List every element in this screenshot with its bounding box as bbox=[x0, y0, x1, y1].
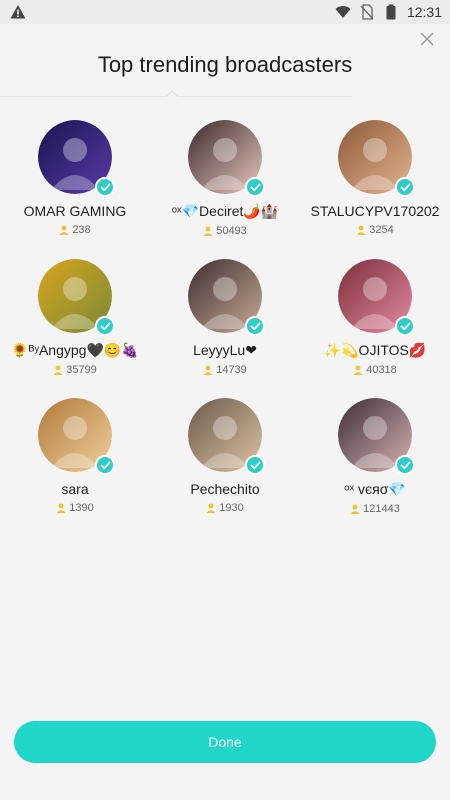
person-silhouette-icon bbox=[213, 277, 237, 301]
divider-notch bbox=[166, 90, 178, 102]
verified-badge bbox=[95, 316, 115, 336]
close-button[interactable] bbox=[416, 28, 438, 50]
status-time: 12:31 bbox=[406, 4, 442, 20]
verified-badge bbox=[395, 316, 415, 336]
avatar-container[interactable] bbox=[338, 259, 415, 336]
viewer-count-value: 1390 bbox=[69, 502, 94, 514]
viewer-count: 14739 bbox=[203, 364, 247, 376]
checkmark-icon bbox=[100, 183, 110, 191]
viewer-icon bbox=[53, 365, 63, 375]
person-silhouette-icon bbox=[213, 416, 237, 440]
viewer-count-value: 121443 bbox=[363, 503, 400, 515]
avatar-container[interactable] bbox=[188, 259, 265, 336]
avatar-container[interactable] bbox=[38, 259, 115, 336]
checkmark-icon bbox=[400, 322, 410, 330]
broadcaster-name: STALUCYPV170202 bbox=[310, 203, 440, 219]
broadcaster-grid: OMAR GAMING 238 ᵒˣ💎Deciret🌶️🏰 50493 STALUCYP… bbox=[0, 120, 450, 515]
broadcaster-card[interactable]: OMAR GAMING 238 bbox=[0, 120, 150, 237]
wifi-icon bbox=[335, 6, 351, 18]
checkmark-icon bbox=[100, 461, 110, 469]
broadcaster-card[interactable]: ✨💫OJITOS💋 40318 bbox=[300, 259, 450, 376]
broadcaster-card[interactable]: Pechechito 1930 bbox=[150, 398, 300, 515]
close-icon bbox=[420, 32, 434, 46]
avatar-container[interactable] bbox=[188, 398, 265, 475]
person-silhouette-icon bbox=[63, 416, 87, 440]
verified-badge bbox=[245, 177, 265, 197]
checkmark-icon bbox=[250, 183, 260, 191]
checkmark-icon bbox=[400, 461, 410, 469]
viewer-icon bbox=[59, 225, 69, 235]
broadcaster-card[interactable]: ᵒˣ vєяσ💎 121443 bbox=[300, 398, 450, 515]
verified-badge bbox=[245, 316, 265, 336]
avatar-container[interactable] bbox=[38, 398, 115, 475]
status-bar: 12:31 bbox=[0, 0, 450, 24]
person-silhouette-icon bbox=[363, 277, 387, 301]
done-button[interactable]: Done bbox=[14, 721, 436, 763]
viewer-count-value: 40318 bbox=[366, 364, 397, 376]
avatar-container[interactable] bbox=[338, 398, 415, 475]
viewer-count-value: 3254 bbox=[369, 224, 394, 236]
broadcaster-name: ✨💫OJITOS💋 bbox=[323, 342, 427, 358]
avatar-container[interactable] bbox=[38, 120, 115, 197]
broadcaster-name: 🌻ᴮʸAngypg🖤😊🍇 bbox=[11, 342, 139, 358]
viewer-count: 35799 bbox=[53, 364, 97, 376]
warning-icon bbox=[10, 5, 26, 19]
person-silhouette-icon bbox=[363, 416, 387, 440]
checkmark-icon bbox=[400, 183, 410, 191]
broadcaster-card[interactable]: LeyyyLu❤ 14739 bbox=[150, 259, 300, 376]
viewer-icon bbox=[206, 503, 216, 513]
viewer-count-value: 14739 bbox=[216, 364, 247, 376]
broadcaster-name: sara bbox=[61, 481, 89, 497]
person-silhouette-icon bbox=[63, 277, 87, 301]
broadcaster-name: Pechechito bbox=[190, 481, 260, 497]
verified-badge bbox=[395, 177, 415, 197]
viewer-icon bbox=[350, 504, 360, 514]
person-silhouette-icon bbox=[213, 138, 237, 162]
viewer-count: 50493 bbox=[203, 225, 247, 237]
viewer-count: 3254 bbox=[356, 224, 394, 236]
verified-badge bbox=[95, 455, 115, 475]
person-silhouette-icon bbox=[363, 138, 387, 162]
trending-sheet: Top trending broadcasters OMAR GAMING 238… bbox=[0, 24, 450, 800]
broadcaster-name: OMAR GAMING bbox=[23, 203, 127, 219]
checkmark-icon bbox=[250, 461, 260, 469]
verified-badge bbox=[245, 455, 265, 475]
viewer-count: 40318 bbox=[353, 364, 397, 376]
verified-badge bbox=[95, 177, 115, 197]
avatar-container[interactable] bbox=[338, 120, 415, 197]
page-title: Top trending broadcasters bbox=[97, 52, 353, 77]
viewer-icon bbox=[56, 503, 66, 513]
broadcaster-name: ᵒˣ vєяσ💎 bbox=[344, 481, 406, 497]
viewer-count: 1930 bbox=[206, 502, 244, 514]
broadcaster-name: LeyyyLu❤ bbox=[193, 342, 257, 358]
viewer-count: 238 bbox=[59, 224, 91, 236]
viewer-count-value: 1930 bbox=[219, 502, 244, 514]
checkmark-icon bbox=[100, 322, 110, 330]
viewer-count-value: 238 bbox=[72, 224, 91, 236]
broadcaster-card[interactable]: STALUCYPV170202 3254 bbox=[300, 120, 450, 237]
checkmark-icon bbox=[250, 322, 260, 330]
viewer-icon bbox=[203, 365, 213, 375]
viewer-icon bbox=[356, 225, 366, 235]
viewer-count-value: 35799 bbox=[66, 364, 97, 376]
broadcaster-card[interactable]: 🌻ᴮʸAngypg🖤😊🍇 35799 bbox=[0, 259, 150, 376]
verified-badge bbox=[395, 455, 415, 475]
no-sim-icon bbox=[360, 4, 374, 20]
viewer-count-value: 50493 bbox=[216, 225, 247, 237]
broadcaster-card[interactable]: sara 1390 bbox=[0, 398, 150, 515]
avatar-container[interactable] bbox=[188, 120, 265, 197]
broadcaster-card[interactable]: ᵒˣ💎Deciret🌶️🏰 50493 bbox=[150, 120, 300, 237]
battery-icon bbox=[386, 4, 396, 20]
viewer-icon bbox=[203, 226, 213, 236]
viewer-count: 1390 bbox=[56, 502, 94, 514]
person-silhouette-icon bbox=[63, 138, 87, 162]
viewer-count: 121443 bbox=[350, 503, 400, 515]
viewer-icon bbox=[353, 365, 363, 375]
broadcaster-name: ᵒˣ💎Deciret🌶️🏰 bbox=[171, 203, 279, 219]
